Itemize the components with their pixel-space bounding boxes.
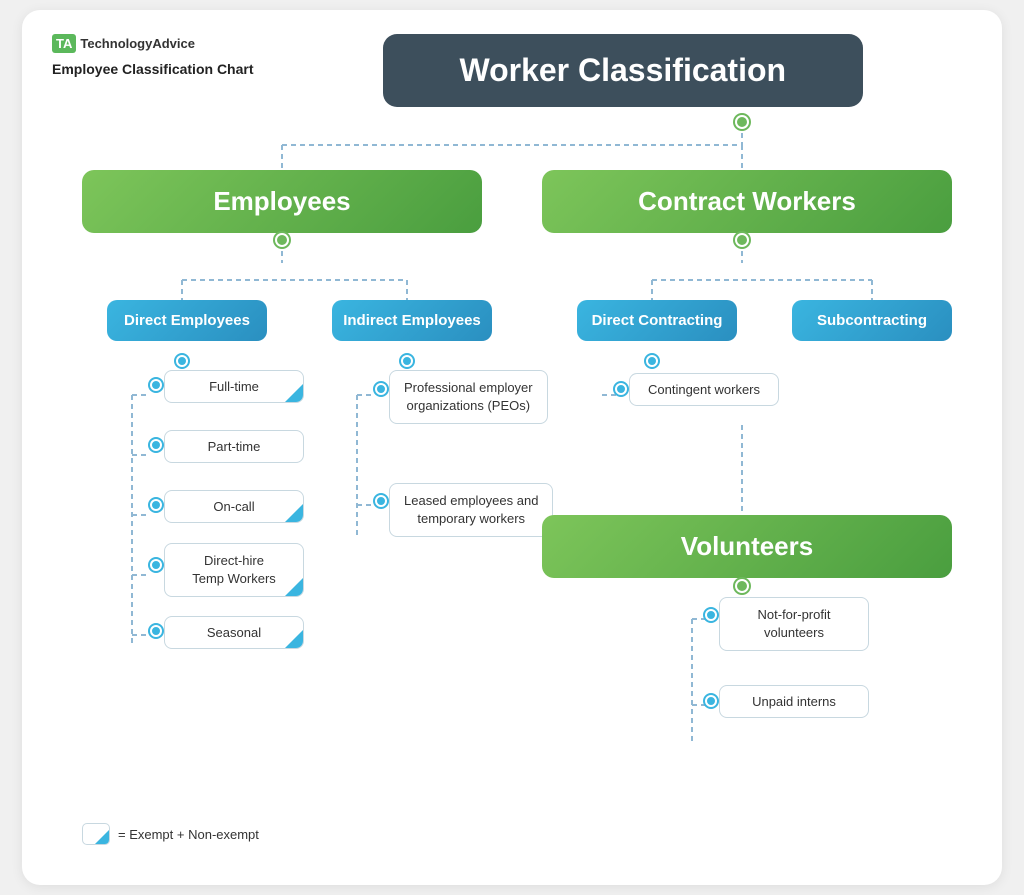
item-leased-dot [375, 495, 387, 507]
item-nfp-dot [705, 609, 717, 621]
indirect-employees-node: Indirect Employees [332, 300, 492, 341]
contract-workers-node: Contract Workers [542, 170, 952, 233]
item-contingent: Contingent workers [629, 373, 779, 406]
item-leased: Leased employees andtemporary workers [389, 483, 553, 537]
direct-employees-node: Direct Employees [107, 300, 267, 341]
indirect-emp-dot [401, 355, 413, 367]
item-fulltime-dot [150, 379, 162, 391]
contract-dot [735, 233, 749, 247]
logo-area: TA TechnologyAdvice Employee Classificat… [52, 34, 254, 77]
item-peo: Professional employerorganizations (PEOs… [389, 370, 548, 424]
main-title-container: Worker Classification [274, 34, 972, 107]
item-directhire-dot [150, 559, 162, 571]
item-peo-dot [375, 383, 387, 395]
direct-contract-dot [646, 355, 658, 367]
item-directhire: Direct-hireTemp Workers [164, 543, 304, 597]
item-seasonal: Seasonal [164, 616, 304, 649]
legend-text: = Exempt + Non-exempt [118, 827, 259, 842]
main-title: Worker Classification [383, 34, 863, 107]
item-nfp: Not-for-profitvolunteers [719, 597, 869, 651]
volunteers-dot [735, 579, 749, 593]
subcontracting-node: Subcontracting [792, 300, 952, 341]
item-oncall: On-call [164, 490, 304, 523]
legend-icon [82, 823, 110, 845]
logo-ta: TA [52, 34, 76, 53]
main-dot [735, 115, 749, 129]
volunteers-node: Volunteers [542, 515, 952, 578]
item-interns-dot [705, 695, 717, 707]
direct-emp-dot [176, 355, 188, 367]
legend: = Exempt + Non-exempt [82, 823, 259, 845]
item-fulltime: Full-time [164, 370, 304, 403]
item-parttime: Part-time [164, 430, 304, 463]
employees-node: Employees [82, 170, 482, 233]
header: TA TechnologyAdvice Employee Classificat… [52, 34, 972, 107]
logo-brand: TechnologyAdvice [80, 36, 195, 51]
main-card: TA TechnologyAdvice Employee Classificat… [22, 10, 1002, 885]
direct-contracting-node: Direct Contracting [577, 300, 737, 341]
logo: TA TechnologyAdvice [52, 34, 254, 53]
item-parttime-dot [150, 439, 162, 451]
employees-dot [275, 233, 289, 247]
chart-container: Employees Contract Workers Direct Employ… [52, 115, 972, 855]
item-contingent-dot [615, 383, 627, 395]
item-interns: Unpaid interns [719, 685, 869, 718]
item-seasonal-dot [150, 625, 162, 637]
chart-subtitle: Employee Classification Chart [52, 61, 254, 77]
item-oncall-dot [150, 499, 162, 511]
